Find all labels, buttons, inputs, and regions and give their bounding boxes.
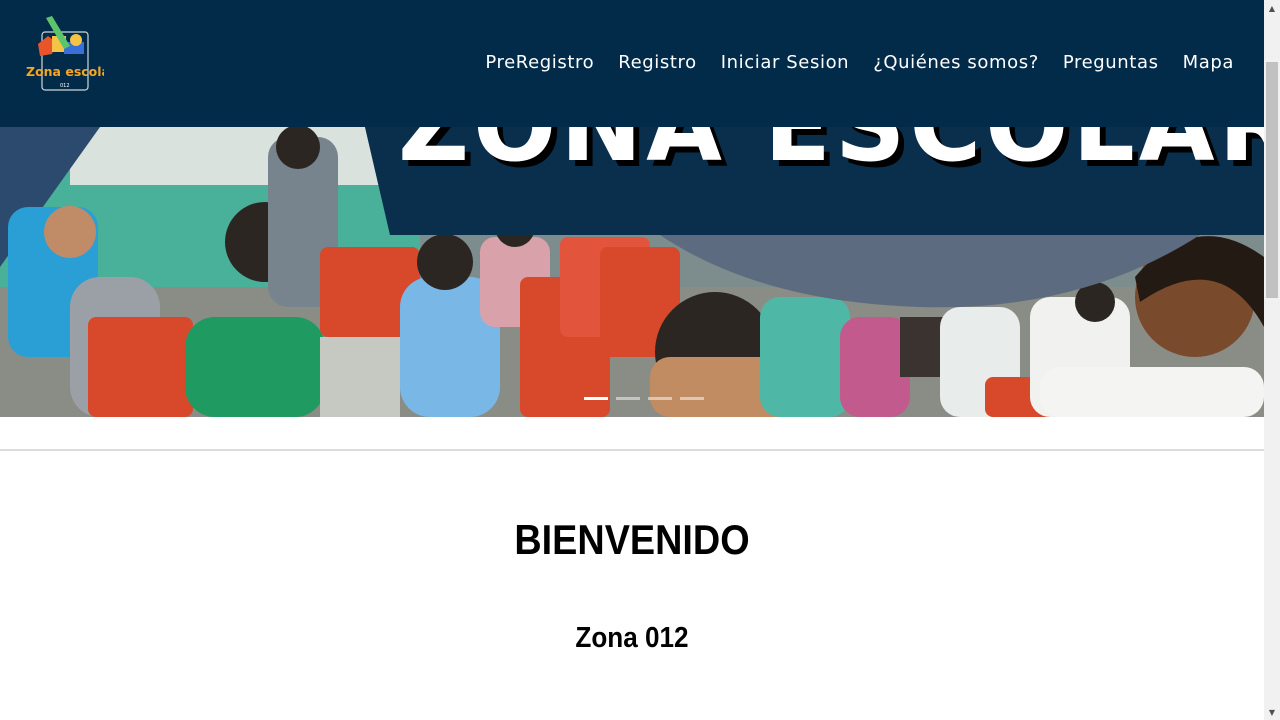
carousel-indicators <box>584 397 704 400</box>
logo-number: 012 <box>60 83 70 89</box>
section-divider <box>0 449 1264 451</box>
welcome-heading: BIENVENIDO <box>514 516 750 563</box>
nav-mapa[interactable]: Mapa <box>1183 52 1234 73</box>
nav-iniciar-sesion[interactable]: Iniciar Sesion <box>721 52 849 73</box>
carousel-indicator-3[interactable] <box>648 397 672 400</box>
nav-preguntas[interactable]: Preguntas <box>1063 52 1159 73</box>
banner-title: ZONA ESCOLAR 012 <box>398 127 1264 184</box>
nav-quienes-somos[interactable]: ¿Quiénes somos? <box>873 52 1039 73</box>
zona-escolar-logo[interactable]: Zona escolar 012 <box>24 14 117 94</box>
nav-preregistro[interactable]: PreRegistro <box>485 52 594 73</box>
carousel-indicator-4[interactable] <box>680 397 704 400</box>
carousel-indicator-2[interactable] <box>616 397 640 400</box>
navbar: Zona escolar 012 PreRegistro Registro In… <box>0 0 1264 127</box>
main-nav: PreRegistro Registro Iniciar Sesion ¿Qui… <box>461 52 1234 73</box>
carousel-indicator-1[interactable] <box>584 397 608 400</box>
scroll-thumb[interactable] <box>1266 62 1278 298</box>
nav-registro[interactable]: Registro <box>618 52 696 73</box>
logo-text: Zona escolar <box>26 64 104 79</box>
scroll-down-arrow-icon[interactable]: ▼ <box>1264 704 1280 720</box>
zone-subheading: Zona 012 <box>575 622 689 654</box>
hero-carousel[interactable]: ZONA ESCOLAR 012 <box>0 127 1264 417</box>
scroll-up-arrow-icon[interactable]: ▲ <box>1264 0 1280 16</box>
vertical-scrollbar[interactable]: ▲ ▼ <box>1264 0 1280 720</box>
page: Zona escolar 012 PreRegistro Registro In… <box>0 0 1264 720</box>
